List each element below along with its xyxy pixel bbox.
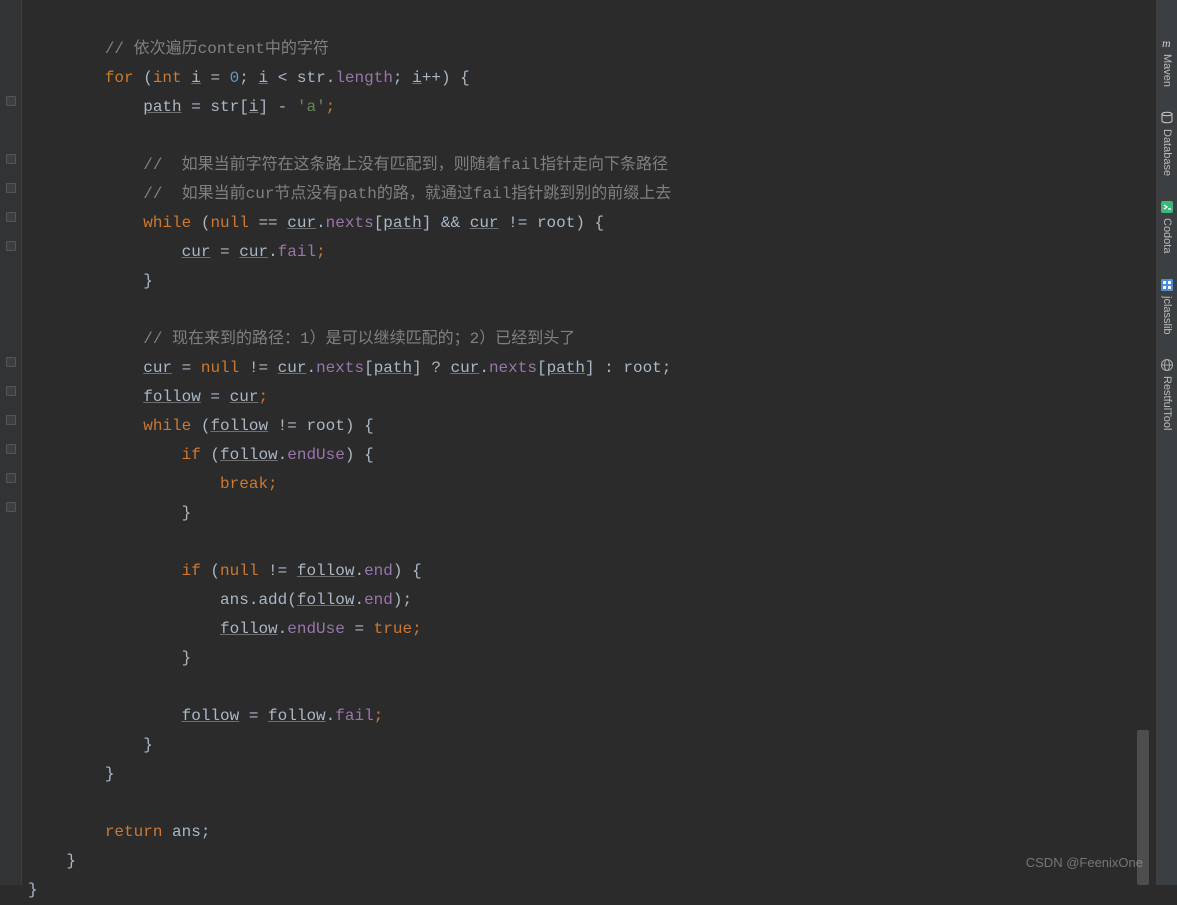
vertical-scrollbar[interactable] — [1137, 0, 1149, 885]
code-editor[interactable]: // 依次遍历content中的字符 for (int i = 0; i < s… — [28, 6, 1138, 905]
watermark-text: CSDN @FeenixOne — [1026, 848, 1143, 877]
right-tool-window-bar: m Maven Database Codota jclasslib Restfu… — [1155, 0, 1177, 885]
tool-window-maven[interactable]: m Maven — [1152, 36, 1177, 87]
fold-marker[interactable] — [6, 154, 16, 164]
database-icon — [1160, 111, 1174, 125]
svg-text:m: m — [1162, 36, 1171, 50]
code-comment: // 如果当前字符在这条路上没有匹配到，则随着fail指针走向下条路径 — [28, 156, 668, 174]
fold-marker[interactable] — [6, 96, 16, 106]
maven-icon: m — [1160, 36, 1174, 50]
fold-marker[interactable] — [6, 183, 16, 193]
codota-icon — [1160, 200, 1174, 214]
tool-window-codota[interactable]: Codota — [1152, 200, 1177, 253]
tool-window-label: Maven — [1152, 54, 1177, 87]
code-comment: // 现在来到的路径：1）是可以继续匹配的；2）已经到头了 — [28, 330, 575, 348]
fold-marker[interactable] — [6, 357, 16, 367]
fold-marker[interactable] — [6, 502, 16, 512]
fold-marker[interactable] — [6, 415, 16, 425]
tool-window-jclasslib[interactable]: jclasslib — [1152, 278, 1177, 335]
tool-window-restfultool[interactable]: RestfulTool — [1152, 358, 1177, 430]
tool-window-label: jclasslib — [1152, 296, 1177, 335]
globe-icon — [1160, 358, 1174, 372]
code-comment: // 依次遍历content中的字符 — [28, 40, 329, 58]
fold-marker[interactable] — [6, 386, 16, 396]
editor-gutter — [0, 0, 22, 885]
tool-window-label: Database — [1152, 129, 1177, 176]
fold-marker[interactable] — [6, 212, 16, 222]
fold-marker[interactable] — [6, 241, 16, 251]
fold-marker[interactable] — [6, 473, 16, 483]
tool-window-label: Codota — [1152, 218, 1177, 253]
jclasslib-icon — [1160, 278, 1174, 292]
tool-window-label: RestfulTool — [1152, 376, 1177, 430]
fold-marker[interactable] — [6, 444, 16, 454]
code-comment: // 如果当前cur节点没有path的路，就通过fail指针跳到别的前缀上去 — [28, 185, 671, 203]
tool-window-database[interactable]: Database — [1152, 111, 1177, 176]
